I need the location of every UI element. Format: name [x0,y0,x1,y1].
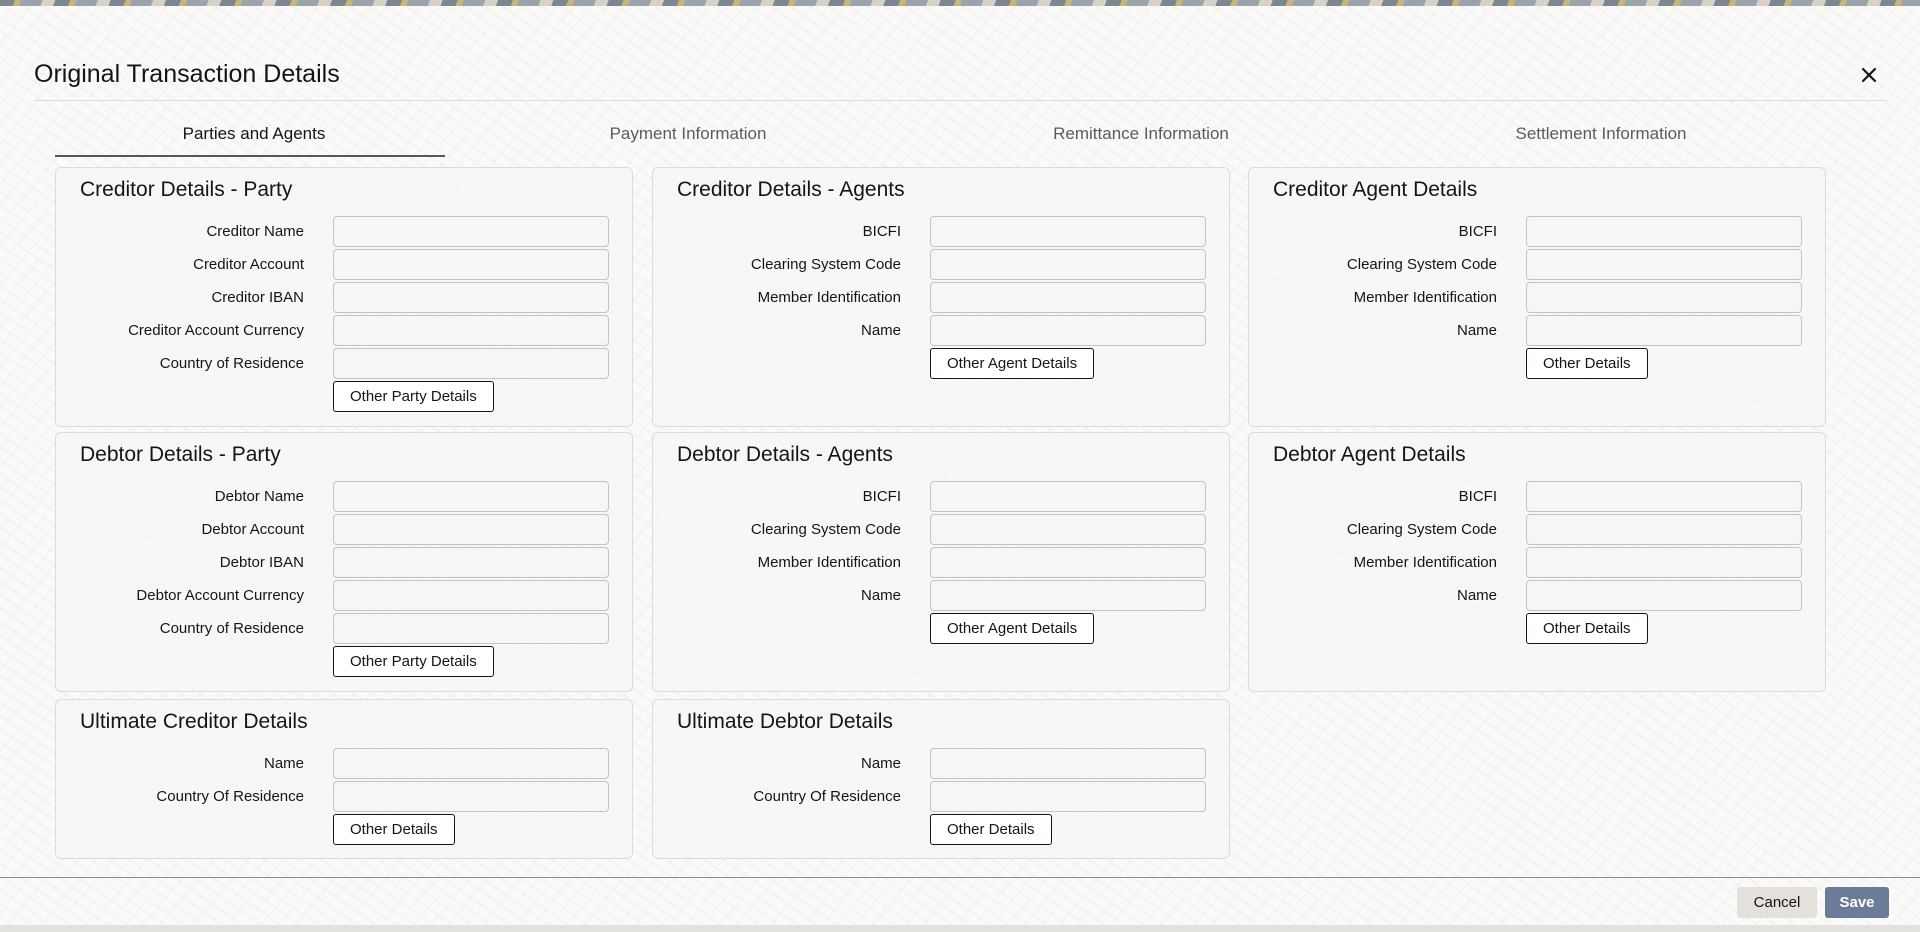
field-label: Name [1456,322,1497,339]
debtor-agents-panel: Debtor Details - Agents BICFI Clearing S… [652,432,1230,692]
panel-title: Debtor Details - Party [80,443,281,466]
debtor-agent-clearing-system-code-input[interactable] [1526,514,1802,545]
creditor-name-input[interactable] [333,216,609,247]
field-label: Debtor Account [201,521,304,538]
close-icon [1861,67,1877,83]
field-label: BICFI [862,488,901,505]
debtor-agents-name-input[interactable] [930,580,1206,611]
field-label: Name [1456,587,1497,604]
creditor-account-input[interactable] [333,249,609,280]
debtor-agent-panel: Debtor Agent Details BICFI Clearing Syst… [1248,432,1826,692]
creditor-country-of-residence-input[interactable] [333,348,609,379]
creditor-party-panel: Creditor Details - Party Creditor Name C… [55,167,633,427]
title-divider [34,100,1886,101]
dialog-title: Original Transaction Details [34,60,340,88]
ultimate-creditor-country-input[interactable] [333,781,609,812]
field-label: Country of Residence [159,620,304,637]
debtor-agents-member-identification-input[interactable] [930,547,1206,578]
footer-divider [0,877,1920,878]
debtor-agent-other-details-button[interactable]: Other Details [1526,613,1648,644]
ultimate-creditor-name-input[interactable] [333,748,609,779]
field-label: Member Identification [757,289,901,306]
ultimate-debtor-name-input[interactable] [930,748,1206,779]
panel-title: Ultimate Debtor Details [677,710,893,733]
panel-title: Ultimate Creditor Details [80,710,308,733]
field-label: Debtor IBAN [219,554,304,571]
tab-payment-information[interactable]: Payment Information [466,124,910,156]
tab-settlement-information[interactable]: Settlement Information [1379,124,1823,156]
debtor-agent-member-identification-input[interactable] [1526,547,1802,578]
field-label: BICFI [1458,223,1497,240]
field-label: Country Of Residence [753,788,901,805]
field-label: Clearing System Code [1346,256,1497,273]
creditor-account-currency-input[interactable] [333,315,609,346]
ultimate-debtor-panel: Ultimate Debtor Details Name Country Of … [652,699,1230,859]
field-label: Country Of Residence [156,788,304,805]
debtor-other-agent-details-button[interactable]: Other Agent Details [930,613,1095,644]
creditor-agent-bicfi-input[interactable] [1526,216,1802,247]
creditor-other-party-details-button[interactable]: Other Party Details [333,381,494,412]
bottom-banner [0,925,1920,932]
creditor-agents-bicfi-input[interactable] [930,216,1206,247]
debtor-agents-bicfi-input[interactable] [930,481,1206,512]
debtor-agent-bicfi-input[interactable] [1526,481,1802,512]
active-tab-indicator [55,155,445,157]
debtor-account-currency-input[interactable] [333,580,609,611]
creditor-other-agent-details-button[interactable]: Other Agent Details [930,348,1095,379]
debtor-other-party-details-button[interactable]: Other Party Details [333,646,494,677]
close-button[interactable] [1854,60,1884,90]
creditor-agents-panel: Creditor Details - Agents BICFI Clearing… [652,167,1230,427]
field-label: Debtor Account Currency [136,587,304,604]
ultimate-debtor-country-input[interactable] [930,781,1206,812]
creditor-agents-name-input[interactable] [930,315,1206,346]
tab-remittance-information[interactable]: Remittance Information [919,124,1363,156]
field-label: Clearing System Code [1346,521,1497,538]
field-label: Name [263,755,304,772]
debtor-name-input[interactable] [333,481,609,512]
creditor-agent-panel: Creditor Agent Details BICFI Clearing Sy… [1248,167,1826,427]
ultimate-debtor-other-details-button[interactable]: Other Details [930,814,1052,845]
field-label: Member Identification [1353,554,1497,571]
field-label: Name [860,322,901,339]
panel-title: Debtor Agent Details [1273,443,1466,466]
creditor-agent-clearing-system-code-input[interactable] [1526,249,1802,280]
panel-title: Creditor Details - Agents [677,178,905,201]
field-label: Clearing System Code [750,521,901,538]
panel-title: Creditor Details - Party [80,178,293,201]
panel-title: Creditor Agent Details [1273,178,1478,201]
debtor-agents-clearing-system-code-input[interactable] [930,514,1206,545]
ultimate-creditor-other-details-button[interactable]: Other Details [333,814,455,845]
creditor-agent-name-input[interactable] [1526,315,1802,346]
field-label: Debtor Name [214,488,304,505]
creditor-agent-other-details-button[interactable]: Other Details [1526,348,1648,379]
debtor-iban-input[interactable] [333,547,609,578]
creditor-agents-member-identification-input[interactable] [930,282,1206,313]
field-label: Country of Residence [159,355,304,372]
field-label: Name [860,587,901,604]
field-label: Name [860,755,901,772]
field-label: Creditor Name [206,223,304,240]
field-label: Creditor Account [193,256,304,273]
debtor-agent-name-input[interactable] [1526,580,1802,611]
field-label: Creditor Account Currency [128,322,304,339]
debtor-account-input[interactable] [333,514,609,545]
cancel-button[interactable]: Cancel [1737,887,1817,918]
save-button[interactable]: Save [1825,887,1889,918]
field-label: Member Identification [1353,289,1497,306]
field-label: Member Identification [757,554,901,571]
creditor-agent-member-identification-input[interactable] [1526,282,1802,313]
debtor-country-of-residence-input[interactable] [333,613,609,644]
ultimate-creditor-panel: Ultimate Creditor Details Name Country O… [55,699,633,859]
field-label: BICFI [1458,488,1497,505]
field-label: Clearing System Code [750,256,901,273]
panel-title: Debtor Details - Agents [677,443,893,466]
field-label: BICFI [862,223,901,240]
field-label: Creditor IBAN [211,289,304,306]
creditor-iban-input[interactable] [333,282,609,313]
debtor-party-panel: Debtor Details - Party Debtor Name Debto… [55,432,633,692]
creditor-agents-clearing-system-code-input[interactable] [930,249,1206,280]
tab-parties-and-agents[interactable]: Parties and Agents [32,124,476,156]
